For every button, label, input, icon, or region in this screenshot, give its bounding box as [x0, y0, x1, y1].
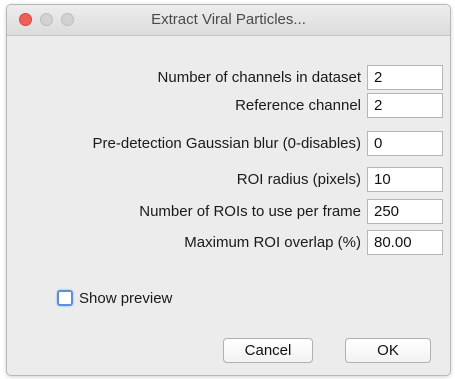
- show-preview-label: Show preview: [79, 289, 173, 307]
- gaussian-blur-input[interactable]: [367, 131, 443, 156]
- dialog-window: Extract Viral Particles... Number of cha…: [6, 4, 451, 376]
- title-bar[interactable]: Extract Viral Particles...: [7, 5, 450, 36]
- window-title: Extract Viral Particles...: [151, 11, 306, 28]
- field-row-channels: Number of channels in dataset: [7, 65, 450, 90]
- field-row-reference-channel: Reference channel: [7, 93, 450, 118]
- roi-radius-label: ROI radius (pixels): [236, 171, 361, 188]
- roi-overlap-label: Maximum ROI overlap (%): [184, 234, 361, 251]
- cancel-button[interactable]: Cancel: [223, 338, 313, 363]
- roi-radius-input[interactable]: [367, 167, 443, 192]
- field-row-roi-radius: ROI radius (pixels): [7, 167, 450, 192]
- show-preview-option[interactable]: Show preview: [57, 288, 172, 308]
- roi-overlap-input[interactable]: [367, 230, 443, 255]
- reference-channel-input[interactable]: [367, 93, 443, 118]
- show-preview-checkbox[interactable]: [57, 290, 73, 306]
- gaussian-blur-label: Pre-detection Gaussian blur (0-disables): [92, 135, 361, 152]
- reference-channel-label: Reference channel: [235, 97, 361, 114]
- field-row-gaussian-blur: Pre-detection Gaussian blur (0-disables): [7, 131, 450, 156]
- channels-input[interactable]: [367, 65, 443, 90]
- field-row-rois-per-frame: Number of ROIs to use per frame: [7, 199, 450, 224]
- rois-per-frame-input[interactable]: [367, 199, 443, 224]
- ok-button[interactable]: OK: [345, 338, 431, 363]
- rois-per-frame-label: Number of ROIs to use per frame: [139, 203, 361, 220]
- field-row-roi-overlap: Maximum ROI overlap (%): [7, 230, 450, 255]
- channels-label: Number of channels in dataset: [157, 69, 361, 86]
